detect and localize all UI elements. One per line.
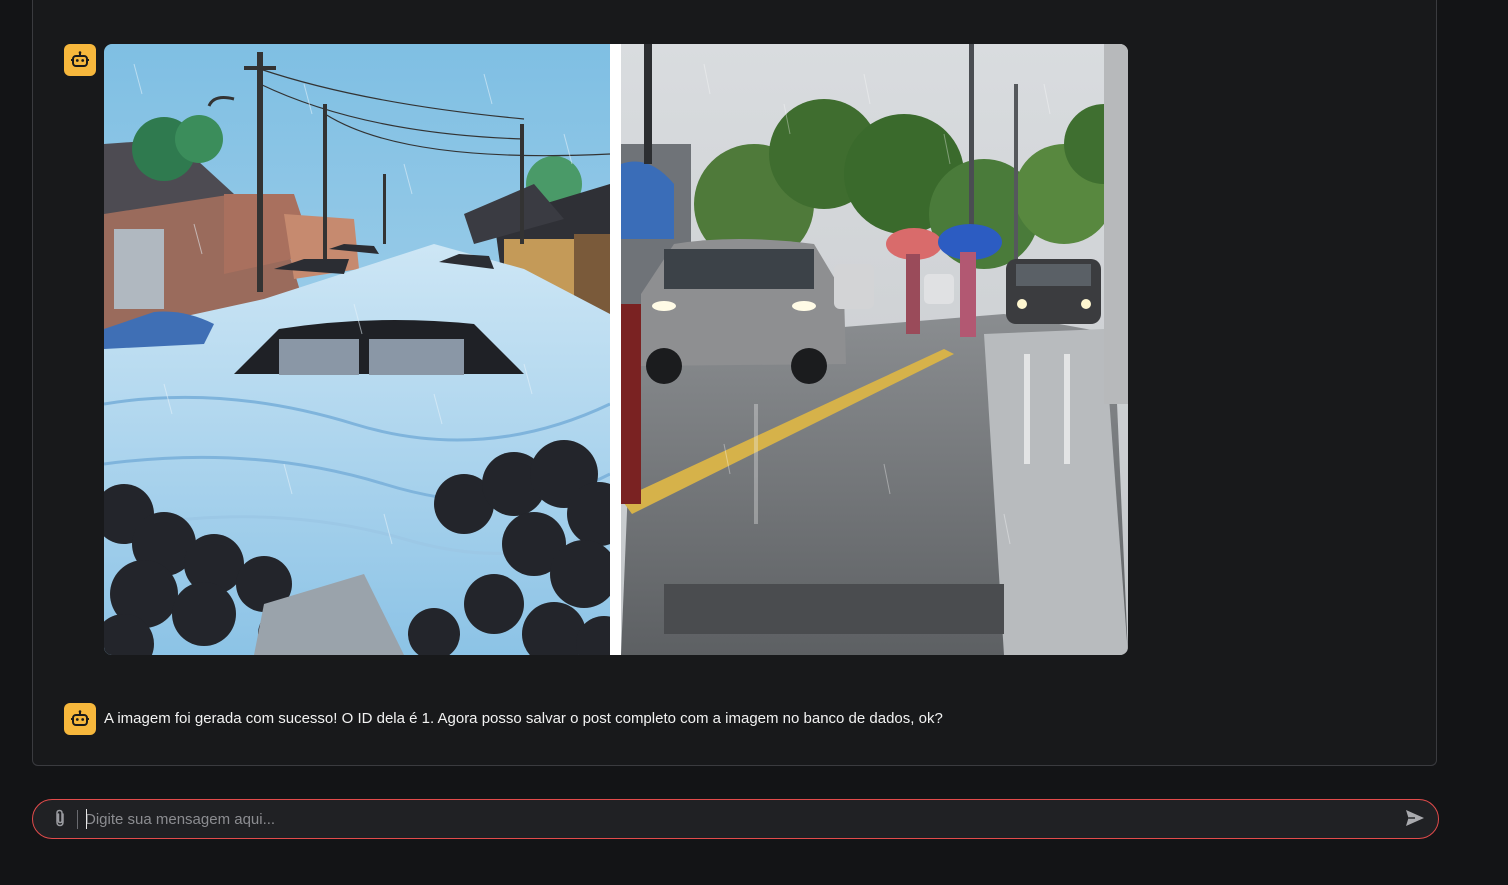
send-icon	[1405, 809, 1425, 832]
rainy-street-photo	[621, 44, 1128, 655]
assistant-message-text: A imagem foi gerada com sucesso! O ID de…	[104, 710, 943, 727]
flood-illustration	[104, 44, 632, 655]
assistant-avatar	[64, 703, 96, 735]
composer-divider	[77, 810, 78, 829]
paperclip-icon	[53, 809, 67, 832]
robot-icon	[70, 709, 90, 729]
text-caret	[86, 809, 87, 829]
message-composer	[32, 799, 1439, 839]
attach-button[interactable]	[49, 809, 71, 831]
send-button[interactable]	[1402, 807, 1428, 833]
chat-panel: A imagem foi gerada com sucesso! O ID de…	[32, 0, 1437, 766]
message-input[interactable]	[85, 806, 1385, 832]
robot-icon	[70, 50, 90, 70]
generated-image[interactable]	[104, 44, 1128, 655]
assistant-avatar	[64, 44, 96, 76]
image-divider	[610, 44, 621, 655]
